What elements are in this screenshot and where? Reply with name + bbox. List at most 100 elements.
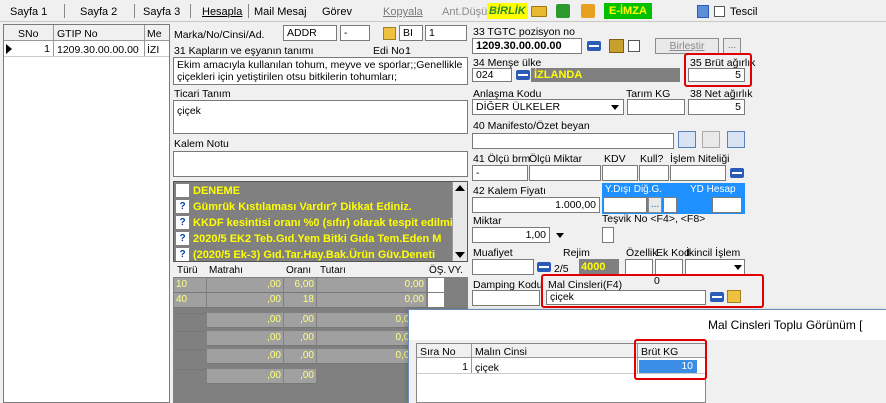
kdv-input[interactable] xyxy=(602,165,638,181)
tax-matrah-cell[interactable]: ,00 xyxy=(207,278,283,293)
tax-oran-cell[interactable]: ,00 xyxy=(284,349,316,364)
tax-matrah-cell[interactable]: ,00 xyxy=(207,313,283,328)
warning-item[interactable]: ? KKDF kesintisi oranı %0 (sıfır) olarak … xyxy=(174,215,452,231)
tax-turu-cell[interactable]: 10 xyxy=(174,278,206,293)
tax-turu-cell[interactable] xyxy=(174,369,206,370)
yd-flag-input[interactable] xyxy=(663,197,677,213)
tax-turu-cell[interactable] xyxy=(174,331,206,332)
tax-os-checkbox[interactable] xyxy=(428,293,444,307)
kull-input[interactable] xyxy=(639,165,669,181)
kopyala-button[interactable]: Kopyala xyxy=(383,6,423,18)
tax-tutar-cell[interactable]: 0,00 xyxy=(317,313,417,328)
mense-code-input[interactable]: 024 xyxy=(472,68,512,82)
tab-divider xyxy=(190,4,191,18)
tax-matrah-cell[interactable]: ,00 xyxy=(207,293,283,308)
birlestir-button[interactable]: Birleştir xyxy=(655,38,719,54)
gorev-button[interactable]: Görev xyxy=(322,6,352,18)
muafiyet-input[interactable] xyxy=(472,259,534,275)
folder-icon[interactable] xyxy=(531,6,547,17)
kalem-notu-textarea[interactable] xyxy=(173,151,468,177)
tescil-label: Tescil xyxy=(730,6,758,18)
edit-icon[interactable] xyxy=(383,27,396,40)
yd-more-button[interactable]: ... xyxy=(648,197,662,213)
refresh-icon[interactable] xyxy=(727,131,745,148)
olcu-miktar-input[interactable] xyxy=(529,165,601,181)
table-icon[interactable] xyxy=(678,131,696,148)
damping-input[interactable] xyxy=(472,290,540,306)
lookup-icon[interactable] xyxy=(587,41,601,51)
tax-tutar-cell[interactable]: 0,00 xyxy=(317,349,417,364)
olcu-brm-input[interactable]: - xyxy=(472,165,528,181)
tesvik-input[interactable] xyxy=(602,227,614,243)
tax-os-checkbox[interactable] xyxy=(428,278,444,292)
blank-button[interactable] xyxy=(702,131,720,148)
warning-item[interactable]: ? Gümrük Kıstılaması Vardır? Dikkat Edini… xyxy=(174,199,452,215)
tarim-kg-input[interactable] xyxy=(627,99,685,115)
col-os: ÖŞ. xyxy=(429,265,447,276)
hesapla-button[interactable]: Hesapla xyxy=(202,6,242,18)
lookup-icon[interactable] xyxy=(730,168,744,178)
yd-diger-input[interactable] xyxy=(603,197,647,213)
tax-turu-cell[interactable] xyxy=(174,349,206,350)
marka-cinsi-input[interactable]: - xyxy=(340,25,370,41)
tax-turu-cell[interactable]: 40 xyxy=(174,293,206,308)
chevron-down-icon[interactable] xyxy=(734,265,742,270)
esya-tanimi-textarea[interactable]: Ekim amacıyla kullanılan tohum, meyve ve… xyxy=(173,57,468,85)
warning-item[interactable]: ? (2020/5 Ek-3) Gıd.Tar.Hay.Bak.Ürün Güv.… xyxy=(174,247,452,263)
tax-tutar-cell[interactable]: 0,00 xyxy=(317,278,426,293)
e-imza-button[interactable]: E-İMZA xyxy=(604,3,652,19)
item-grid xyxy=(3,24,170,403)
net-agirlik-input[interactable]: 5 xyxy=(688,99,745,115)
warning-item[interactable]: DENEME xyxy=(174,183,452,199)
export-icon[interactable] xyxy=(556,4,570,18)
scroll-down-icon[interactable] xyxy=(455,252,465,258)
manifesto-input[interactable] xyxy=(472,133,674,149)
tax-tutar-cell[interactable]: 0,00 xyxy=(317,331,417,346)
tgtc-checkbox[interactable] xyxy=(628,40,640,52)
ek-kod-input[interactable] xyxy=(655,259,683,275)
kalem-fiyati-input[interactable]: 1.000,00 xyxy=(472,197,600,213)
edi-no-value: 1 xyxy=(405,45,411,57)
anlasma-select[interactable]: DİĞER ÜLKELER xyxy=(472,99,624,115)
tax-matrah-cell[interactable]: ,00 xyxy=(207,331,283,346)
miktar-input[interactable]: 1,00 xyxy=(472,227,550,243)
document-icon[interactable] xyxy=(697,5,709,18)
col-orani: Oranı xyxy=(286,265,312,276)
muafiyet-label: Muafiyet xyxy=(473,247,513,259)
marka-input[interactable]: ADDR xyxy=(283,25,337,41)
kalem-notu-label: Kalem Notu xyxy=(174,138,229,150)
tax-oran-cell[interactable]: ,00 xyxy=(284,331,316,346)
tab-sayfa1[interactable]: Sayfa 1 xyxy=(10,6,47,18)
tax-turu-cell[interactable] xyxy=(174,313,206,314)
islem-niteligi-input[interactable] xyxy=(670,165,726,181)
tab-sayfa3[interactable]: Sayfa 3 xyxy=(143,6,180,18)
package-icon[interactable] xyxy=(609,39,624,53)
tax-matrah-cell[interactable]: ,00 xyxy=(207,369,283,384)
tax-matrah-cell[interactable]: ,00 xyxy=(207,349,283,364)
tax-oran-cell[interactable]: 18 xyxy=(284,293,316,308)
lookup-icon[interactable] xyxy=(516,70,530,80)
chevron-down-icon[interactable] xyxy=(611,105,619,110)
ticari-tanim-textarea[interactable]: çiçek xyxy=(173,100,468,134)
tax-oran-cell[interactable]: ,00 xyxy=(284,369,316,384)
tescil-checkbox[interactable] xyxy=(714,6,725,17)
ek-kod-label: Ek Kod xyxy=(656,247,690,259)
tax-oran-cell[interactable]: ,00 xyxy=(284,313,316,328)
tgtc-input[interactable]: 1209.30.00.00.00 xyxy=(472,38,582,54)
marka-no-input[interactable]: 1 xyxy=(425,25,467,41)
yd-hesap-input[interactable] xyxy=(712,197,742,213)
tgtc-more-button[interactable]: ... xyxy=(723,38,741,54)
chevron-down-icon[interactable] xyxy=(556,233,564,238)
ozellik-input[interactable] xyxy=(625,259,653,275)
tax-oran-cell[interactable]: 6,00 xyxy=(284,278,316,293)
warning-scrollbar[interactable] xyxy=(452,182,467,261)
warning-item[interactable]: ? 2020/5 EK2 Teb.Gıd.Yem Bitki Gıda Tem.E… xyxy=(174,231,452,247)
marka-bi-input[interactable]: BI xyxy=(399,25,423,41)
tax-tutar-cell[interactable]: 0,00 xyxy=(317,293,426,308)
mail-mesaj-button[interactable]: Mail Mesaj xyxy=(254,6,307,18)
lookup-icon[interactable] xyxy=(537,262,551,272)
birlik-button[interactable]: BİRLİK xyxy=(487,3,528,19)
tab-sayfa2[interactable]: Sayfa 2 xyxy=(80,6,117,18)
import-icon[interactable] xyxy=(581,4,595,18)
scroll-up-icon[interactable] xyxy=(455,185,465,191)
